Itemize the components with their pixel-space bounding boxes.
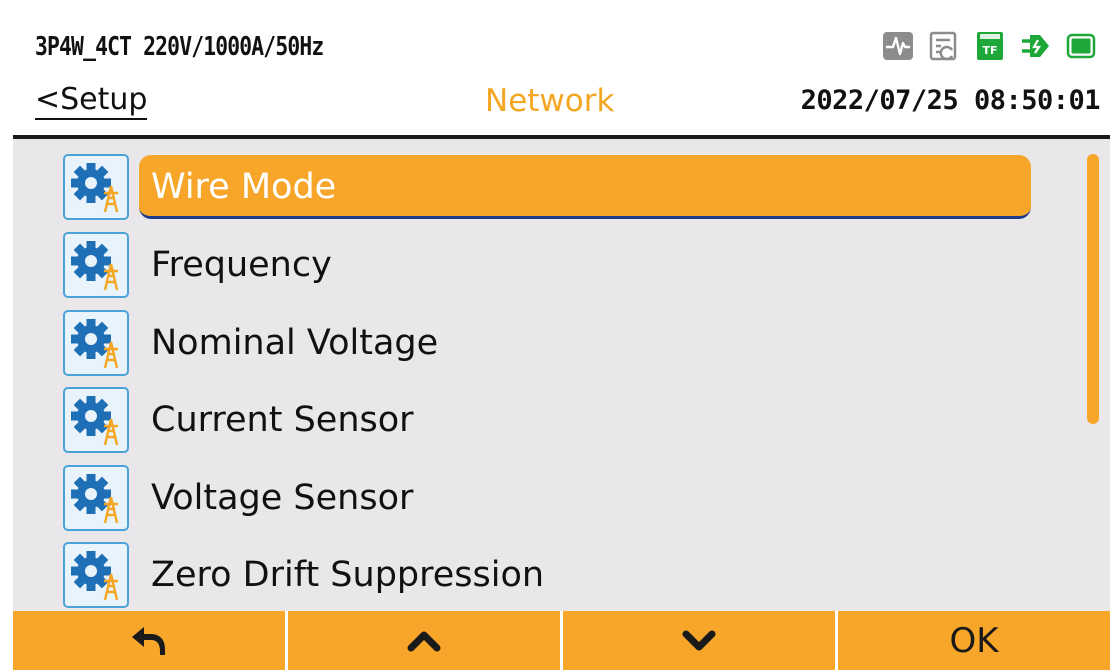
menu-item-nominal-voltage[interactable]: Nominal Voltage bbox=[13, 305, 1073, 379]
svg-text:TF: TF bbox=[982, 44, 997, 57]
gear-tower-icon bbox=[63, 387, 129, 453]
device-screen: 3P4W_4CT 220V/1000A/50Hz TF <Setup Netwo… bbox=[13, 13, 1110, 670]
page-title: Network bbox=[485, 83, 615, 119]
chevron-down-icon bbox=[682, 630, 716, 650]
menu-item-label: Wire Mode bbox=[139, 155, 1031, 219]
back-softkey[interactable] bbox=[13, 611, 288, 670]
menu-item-label: Current Sensor bbox=[151, 400, 414, 440]
menu-item-label: Nominal Voltage bbox=[151, 323, 439, 363]
menu-item-wire-mode[interactable]: Wire Mode bbox=[13, 149, 1073, 223]
return-arrow-icon bbox=[132, 626, 165, 655]
gear-tower-icon bbox=[63, 310, 129, 376]
gear-tower-icon bbox=[63, 465, 129, 531]
menu-item-zero-drift-suppression[interactable]: Zero Drift Suppression bbox=[13, 537, 1073, 611]
measurement-config: 3P4W_4CT 220V/1000A/50Hz bbox=[35, 32, 324, 62]
up-softkey[interactable] bbox=[288, 611, 563, 670]
tf-card-icon: TF bbox=[974, 31, 1006, 61]
scrollbar-thumb[interactable] bbox=[1087, 154, 1099, 424]
back-to-setup-link[interactable]: <Setup bbox=[35, 83, 148, 120]
chevron-up-icon bbox=[407, 631, 441, 651]
waveform-icon bbox=[882, 31, 914, 61]
scrollbar[interactable] bbox=[1087, 154, 1099, 424]
datetime: 2022/07/25 08:50:01 bbox=[800, 85, 1101, 116]
battery-icon bbox=[1066, 31, 1098, 61]
down-softkey[interactable] bbox=[563, 611, 838, 670]
ok-label: OK bbox=[949, 620, 999, 661]
menu-item-label: Frequency bbox=[151, 245, 332, 285]
settings-list: Wire Mode Frequency Nominal Voltage Curr… bbox=[13, 139, 1110, 611]
menu-item-label: Zero Drift Suppression bbox=[151, 555, 545, 595]
ok-softkey[interactable]: OK bbox=[838, 611, 1110, 670]
gear-tower-icon bbox=[63, 232, 129, 298]
menu-item-label: Voltage Sensor bbox=[151, 478, 414, 518]
status-icons: TF bbox=[882, 29, 1098, 63]
menu-item-frequency[interactable]: Frequency bbox=[13, 227, 1073, 301]
menu-item-voltage-sensor[interactable]: Voltage Sensor bbox=[13, 460, 1073, 534]
gear-tower-icon bbox=[63, 542, 129, 608]
menu-item-current-sensor[interactable]: Current Sensor bbox=[13, 382, 1073, 456]
gear-tower-icon bbox=[63, 154, 129, 220]
power-plug-icon bbox=[1020, 31, 1052, 61]
softkey-bar: OK bbox=[13, 611, 1110, 670]
record-icon bbox=[928, 31, 960, 61]
